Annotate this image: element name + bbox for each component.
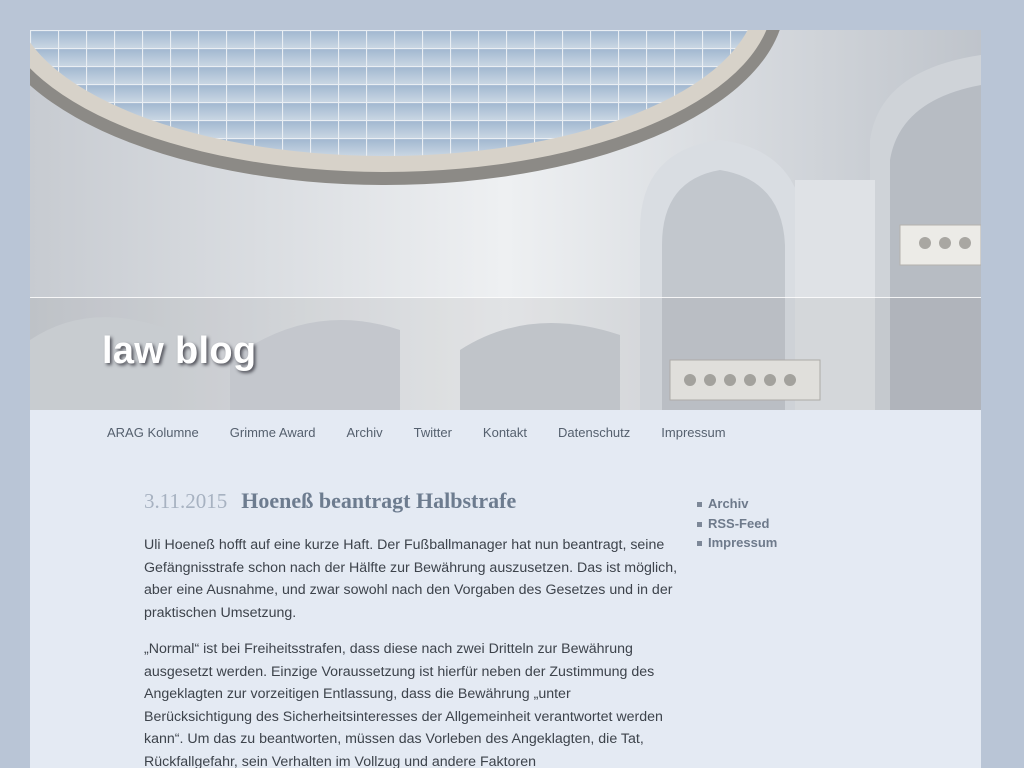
post-article: 3.11.2015 Hoeneß beantragt Halbstrafe Ul… [144, 488, 678, 768]
sidebar: Archiv RSS-Feed Impressum [696, 494, 896, 553]
sidebar-link-rss-feed[interactable]: RSS-Feed [708, 516, 769, 531]
nav-item-kontakt[interactable]: Kontakt [483, 410, 527, 456]
nav-item-grimme-award[interactable]: Grimme Award [230, 410, 316, 456]
post-paragraph: „Normal“ ist bei Freiheitsstrafen, dass … [144, 641, 663, 768]
nav-item-archiv[interactable]: Archiv [347, 410, 383, 456]
post-date: 3.11.2015 [144, 489, 228, 513]
nav-item-arag-kolumne[interactable]: ARAG Kolumne [107, 410, 199, 456]
post-title[interactable]: Hoeneß beantragt Halbstrafe [241, 488, 516, 514]
post-header: 3.11.2015 Hoeneß beantragt Halbstrafe [144, 488, 678, 514]
main-navigation: ARAG Kolumne Grimme Award Archiv Twitter… [30, 410, 981, 456]
post-body: Uli Hoeneß hofft auf eine kurze Haft. De… [144, 534, 678, 768]
sidebar-item-rss-feed: RSS-Feed [696, 514, 896, 534]
post-paragraph: Uli Hoeneß hofft auf eine kurze Haft. De… [144, 537, 678, 621]
site-header: law blog [30, 30, 981, 410]
sidebar-link-archiv[interactable]: Archiv [708, 496, 748, 511]
nav-item-twitter[interactable]: Twitter [414, 410, 452, 456]
sidebar-link-impressum[interactable]: Impressum [708, 535, 777, 550]
sidebar-item-archiv: Archiv [696, 494, 896, 514]
sidebar-item-impressum: Impressum [696, 533, 896, 553]
nav-item-impressum[interactable]: Impressum [661, 410, 725, 456]
page-wrapper: law blog ARAG Kolumne Grimme Award Archi… [30, 30, 981, 768]
nav-item-datenschutz[interactable]: Datenschutz [558, 410, 630, 456]
site-title[interactable]: law blog [102, 330, 256, 373]
